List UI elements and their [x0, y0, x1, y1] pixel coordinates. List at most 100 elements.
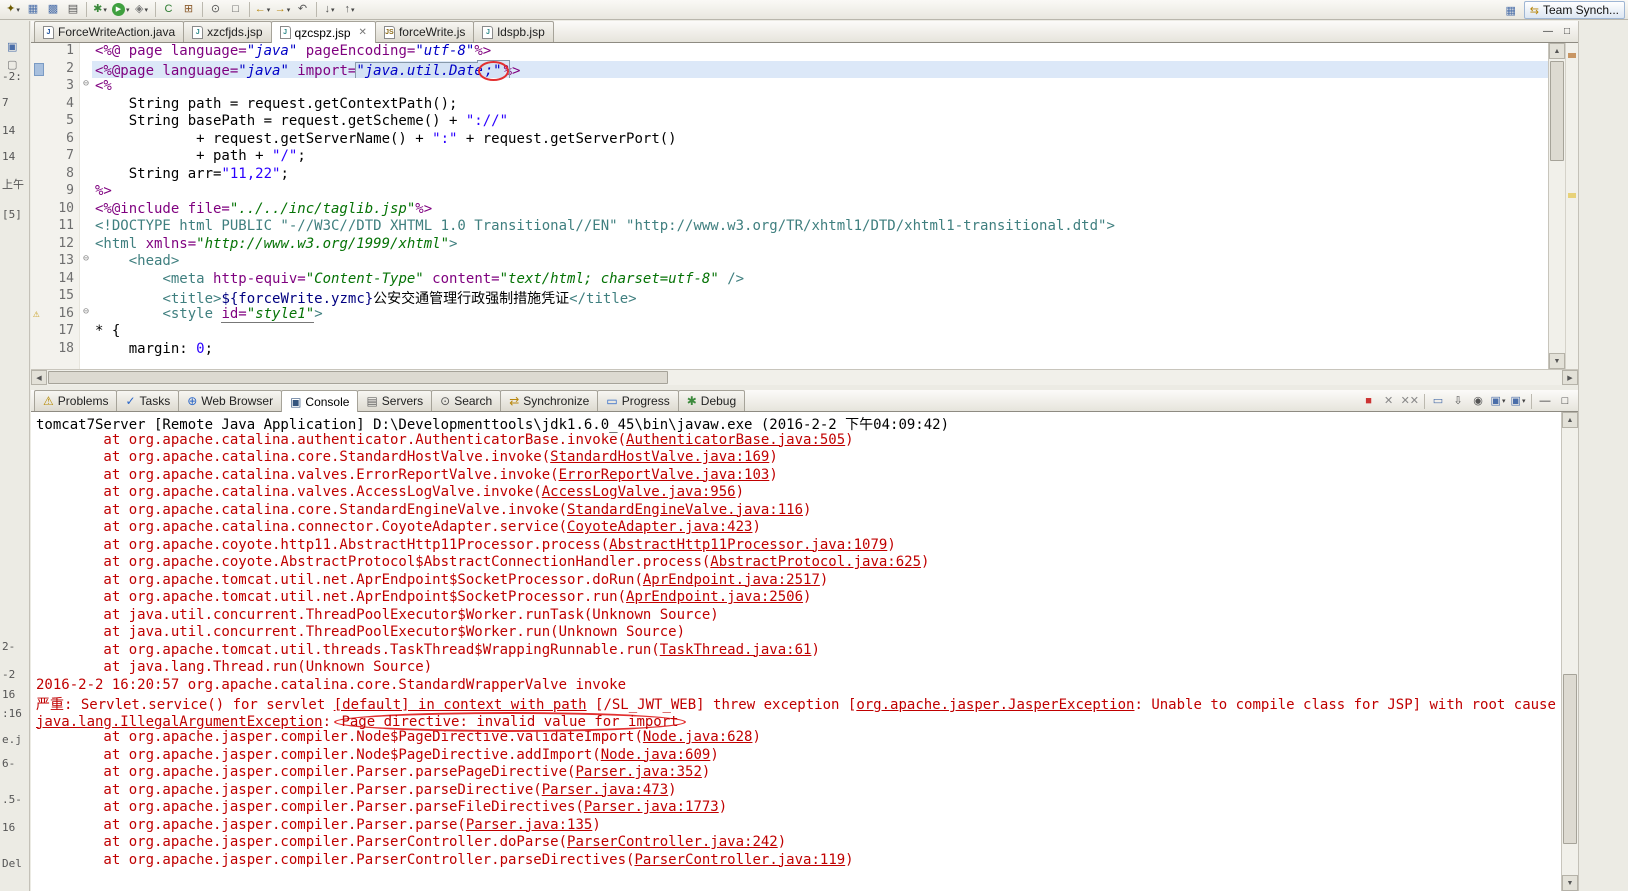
new-package-button[interactable]: ⊞	[179, 1, 199, 19]
close-icon[interactable]: ✕	[359, 27, 367, 38]
previous-annotation-button[interactable]: ↑ ▾	[340, 1, 360, 19]
save-all-button[interactable]: ▩	[43, 1, 63, 19]
console-vertical-scrollbar[interactable]: ▲ ▼	[1561, 412, 1578, 891]
editor-vertical-scrollbar-thumb[interactable]	[1550, 61, 1564, 161]
annotation-ruler-cell[interactable]	[31, 113, 49, 131]
pin-console-button[interactable]: ◉	[1468, 392, 1488, 410]
overview-ruler[interactable]	[1565, 43, 1578, 369]
line-number: 13	[49, 253, 79, 271]
open-perspective-button[interactable]: ▦	[1501, 1, 1521, 19]
fold-collapse-icon[interactable]: ⊖	[79, 253, 92, 271]
annotation-ruler-cell[interactable]	[31, 148, 49, 166]
remove-all-terminated-button[interactable]: ✕✕	[1399, 392, 1421, 410]
forward-button[interactable]: → ▾	[273, 1, 293, 19]
view-tab-synchronize[interactable]: ⇄ Synchronize	[500, 390, 599, 411]
annotation-ruler-cell[interactable]	[31, 218, 49, 236]
view-tab-tasks[interactable]: ✓ Tasks	[116, 390, 180, 411]
minimized-view-icon[interactable]: ▣	[7, 40, 17, 53]
console-vertical-scrollbar-thumb[interactable]	[1563, 674, 1577, 844]
open-console-button[interactable]: ▣ ▾	[1508, 392, 1528, 410]
annotation-ruler-cell[interactable]	[31, 235, 49, 253]
next-annotation-button[interactable]: ↓ ▾	[320, 1, 340, 19]
annotation-ruler-cell[interactable]	[31, 270, 49, 288]
annotation-ruler-cell[interactable]	[31, 43, 49, 61]
scroll-right-button[interactable]: ▶	[1562, 370, 1578, 385]
annotation-ruler-cell[interactable]	[31, 253, 49, 271]
annotation-ruler-cell[interactable]	[31, 130, 49, 148]
view-tab-servers[interactable]: ▤ Servers	[357, 390, 433, 411]
editor-horizontal-scrollbar-thumb[interactable]	[48, 371, 668, 384]
back-button[interactable]: ← ▾	[253, 1, 273, 19]
view-tab-problems[interactable]: ⚠ Problems	[34, 390, 118, 411]
last-edit-location-button[interactable]: ↶	[293, 1, 313, 19]
debug-button[interactable]: ✱ ▾	[90, 1, 110, 19]
editor-vertical-scrollbar[interactable]: ▲ ▼	[1548, 43, 1565, 369]
view-tab-label: Console	[305, 394, 350, 409]
scroll-down-button[interactable]: ▼	[1562, 875, 1578, 891]
line-number-ruler[interactable]	[49, 358, 79, 369]
view-tab-debug[interactable]: ✱ Debug	[677, 390, 746, 411]
clear-console-button[interactable]: ▭	[1428, 392, 1448, 410]
external-tools-button[interactable]: ◈ ▾	[132, 1, 152, 19]
scroll-up-button[interactable]: ▲	[1562, 412, 1578, 428]
minimize-editor-button[interactable]: —	[1540, 23, 1556, 39]
annotation-ruler-cell[interactable]	[31, 183, 49, 201]
code-token: )	[803, 589, 812, 605]
view-tab-console[interactable]: ▣ Console	[281, 390, 359, 412]
strip-text-fragment: [5]	[2, 208, 22, 221]
console-view[interactable]: tomcat7Server [Remote Java Application] …	[31, 412, 1578, 891]
remove-launch-button[interactable]: ✕	[1379, 392, 1399, 410]
scroll-left-button[interactable]: ◀	[31, 370, 47, 385]
scroll-up-button[interactable]: ▲	[1549, 43, 1565, 59]
annotation-ruler-cell[interactable]	[31, 323, 49, 341]
new-java-class-button[interactable]: C	[159, 1, 179, 19]
code-token: at org.apache.catalina.valves.AccessLogV…	[36, 484, 542, 500]
new-wizard-button[interactable]: ✦ ▾	[3, 1, 23, 19]
run-button[interactable]: ▶ ▾	[110, 1, 132, 19]
overview-change-mark[interactable]	[1568, 53, 1576, 58]
editor-tab-forcewriteaction-java[interactable]: J ForceWriteAction.java	[34, 21, 185, 42]
code-editor[interactable]: 1 <%@ page language="java" pageEncoding="…	[31, 43, 1548, 369]
annotation-ruler-cell[interactable]: ⚠	[31, 305, 49, 323]
terminate-button[interactable]: ■	[1359, 392, 1379, 410]
editor-tab-ldspb-jsp[interactable]: Jldspb.jsp	[473, 21, 554, 42]
search-button[interactable]: ⊙	[206, 1, 226, 19]
print-button[interactable]: ▤	[63, 1, 83, 19]
annotation-ruler-cell[interactable]	[31, 288, 49, 306]
fold-collapse-icon[interactable]: ⊖	[79, 78, 92, 96]
code-token: >	[449, 235, 458, 252]
view-tab-label: Problems	[57, 394, 109, 408]
team-synchronizing-perspective-button[interactable]: ⇆ Team Synch...	[1523, 1, 1625, 19]
save-button[interactable]: ▦	[23, 1, 43, 19]
annotation-ruler-cell[interactable]	[31, 358, 49, 369]
minimized-views-strip[interactable]: ▣ ▢ -2: 7 14 14 上午 [5] 2- -2 16:16 e.j 6- .5- 16 Del	[0, 21, 30, 891]
minimize-view-button[interactable]: —	[1535, 392, 1555, 410]
scroll-lock-button[interactable]: ⇩	[1448, 392, 1468, 410]
view-tab-search[interactable]: ⊙ Search	[431, 390, 502, 411]
editor-tab-qzcspz-jsp[interactable]: Jqzcspz.jsp ✕	[270, 21, 376, 43]
console-icon: ▣	[290, 394, 302, 409]
annotation-ruler-cell[interactable]	[31, 60, 49, 78]
editor-tab-xzcfjds-jsp[interactable]: Jxzcfjds.jsp	[183, 21, 272, 42]
scroll-down-button[interactable]: ▼	[1549, 353, 1565, 369]
code-text[interactable]	[92, 358, 1548, 369]
annotation-ruler-cell[interactable]	[31, 340, 49, 358]
maximize-view-button[interactable]: □	[1555, 392, 1575, 410]
display-selected-console-button[interactable]: ▣ ▾	[1488, 392, 1508, 410]
editor-tab-forcewrite-js[interactable]: JS forceWrite.js	[374, 21, 475, 42]
annotation-ruler-cell[interactable]	[31, 78, 49, 96]
view-tab-web-browser[interactable]: ⊕ Web Browser	[178, 390, 283, 411]
overview-warning-mark[interactable]	[1568, 193, 1576, 198]
fold-collapse-icon[interactable]: ⊖	[79, 305, 92, 323]
editor-horizontal-scrollbar[interactable]: ◀ ▶	[31, 369, 1578, 385]
annotation-ruler-cell[interactable]	[31, 95, 49, 113]
console-output[interactable]: tomcat7Server [Remote Java Application] …	[31, 414, 1561, 891]
view-tab-label: Web Browser	[201, 394, 274, 408]
view-tab-progress[interactable]: ▭ Progress	[597, 390, 679, 411]
annotation-ruler-cell[interactable]	[31, 200, 49, 218]
editor-body[interactable]: 1 <%@ page language="java" pageEncoding="…	[31, 43, 1578, 369]
code-token: + request.getServerName() +	[95, 130, 433, 147]
annotation-ruler-cell[interactable]	[31, 165, 49, 183]
open-resource-button[interactable]: □	[226, 1, 246, 19]
maximize-editor-button[interactable]: □	[1559, 23, 1575, 39]
